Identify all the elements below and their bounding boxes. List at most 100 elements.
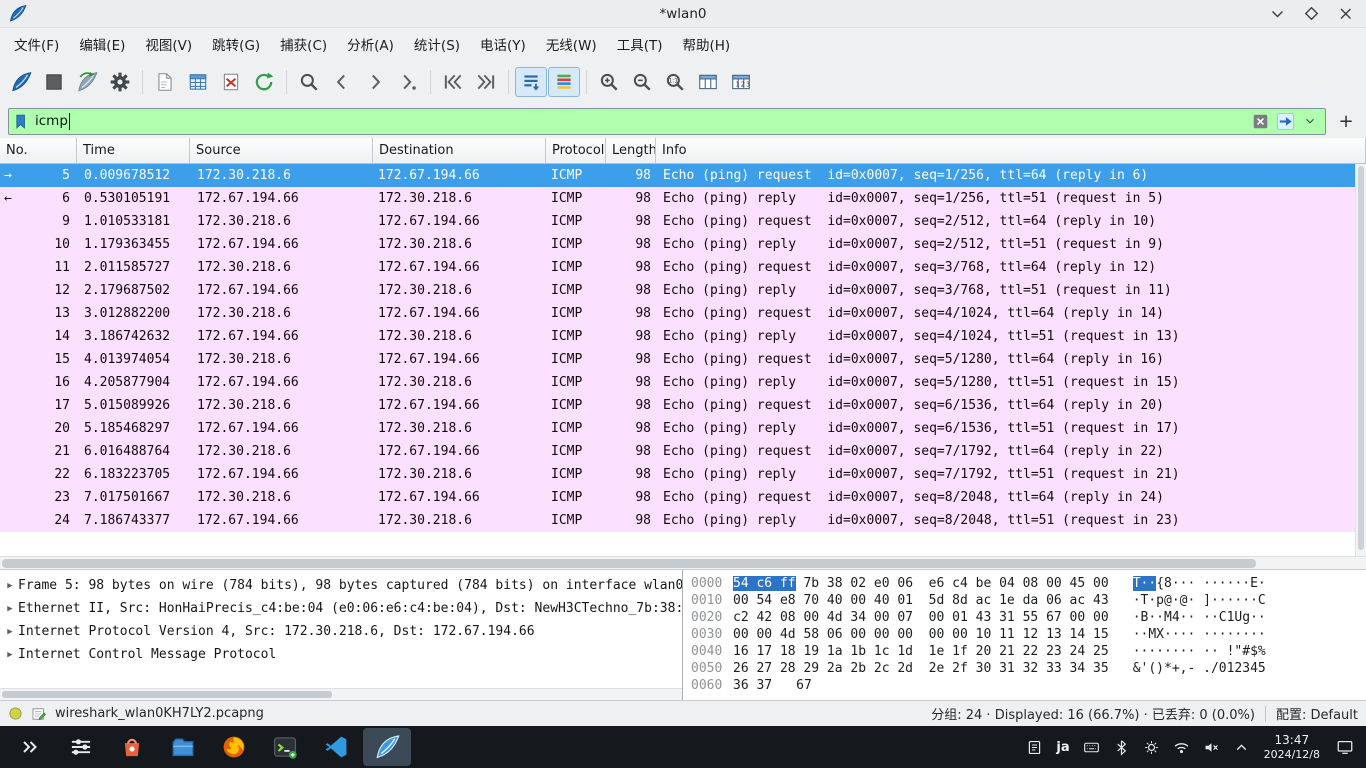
save-file-button[interactable] xyxy=(182,67,214,97)
packet-row-6[interactable]: ←60.530105191172.67.194.66172.30.218.6IC… xyxy=(0,187,1366,210)
column-header-no[interactable]: No. xyxy=(0,138,77,163)
details-scrollbar[interactable] xyxy=(0,688,682,700)
menu-item-2[interactable]: 编辑(E) xyxy=(69,29,135,59)
go-first-packet-button[interactable] xyxy=(437,67,469,97)
capture-comment-icon[interactable] xyxy=(31,706,47,722)
menu-item-8[interactable]: 电话(Y) xyxy=(470,29,536,59)
wifi-icon[interactable] xyxy=(1173,739,1190,756)
taskbar-show-apps[interactable] xyxy=(6,728,54,766)
packet-row-12[interactable]: 122.179687502172.67.194.66172.30.218.6IC… xyxy=(0,279,1366,302)
expander-icon[interactable]: ▶ xyxy=(2,581,18,591)
capture-options-button[interactable] xyxy=(104,67,136,97)
restart-capture-button[interactable] xyxy=(71,67,103,97)
menu-item-1[interactable]: 文件(F) xyxy=(4,29,69,59)
open-file-button[interactable] xyxy=(149,67,181,97)
vertical-scrollbar[interactable] xyxy=(1355,164,1366,556)
go-forward-button[interactable] xyxy=(359,67,391,97)
expander-icon[interactable]: ▶ xyxy=(2,650,18,660)
packet-row-16[interactable]: 164.205877904172.67.194.66172.30.218.6IC… xyxy=(0,371,1366,394)
expander-icon[interactable]: ▶ xyxy=(2,604,18,614)
taskbar-firefox[interactable] xyxy=(210,728,258,766)
expand-up-icon[interactable] xyxy=(1233,739,1250,756)
horizontal-scrollbar[interactable] xyxy=(0,556,1366,570)
hex-row-0040[interactable]: 004016 17 18 19 1a 1b 1c 1d 1e 1f 20 21 … xyxy=(683,643,1366,660)
keyboard-icon[interactable] xyxy=(1083,739,1100,756)
taskbar-terminal[interactable] xyxy=(261,728,309,766)
taskbar-software-center[interactable] xyxy=(108,728,156,766)
detail-line-4[interactable]: ▶Internet Control Message Protocol xyxy=(0,643,682,666)
taskbar-settings[interactable] xyxy=(57,728,105,766)
find-packet-button[interactable] xyxy=(293,67,325,97)
packet-row-13[interactable]: 133.012882200172.30.218.6172.67.194.66IC… xyxy=(0,302,1366,325)
packet-row-9[interactable]: 91.010533181172.30.218.6172.67.194.66ICM… xyxy=(0,210,1366,233)
hex-row-0030[interactable]: 003000 00 4d 58 06 00 00 00 00 00 10 11 … xyxy=(683,626,1366,643)
filter-add-button[interactable]: + xyxy=(1334,111,1358,132)
packet-row-11[interactable]: 112.011585727172.30.218.6172.67.194.66IC… xyxy=(0,256,1366,279)
close-button[interactable] xyxy=(1336,4,1356,24)
display-filter-input[interactable]: icmp xyxy=(8,108,1326,135)
clock[interactable]: 13:47 2024/12/8 xyxy=(1264,733,1320,761)
filter-apply-button[interactable] xyxy=(1274,110,1296,132)
zoom-in-button[interactable] xyxy=(593,67,625,97)
go-back-button[interactable] xyxy=(326,67,358,97)
packet-row-22[interactable]: 226.183223705172.67.194.66172.30.218.6IC… xyxy=(0,463,1366,486)
filter-clear-button[interactable] xyxy=(1249,110,1271,132)
detail-line-3[interactable]: ▶Internet Protocol Version 4, Src: 172.3… xyxy=(0,620,682,643)
taskbar-file-manager[interactable] xyxy=(159,728,207,766)
minimize-button[interactable] xyxy=(1268,4,1288,24)
input-method-indicator[interactable]: ja xyxy=(1056,740,1069,755)
volume-muted-icon[interactable] xyxy=(1203,739,1220,756)
menu-item-7[interactable]: 统计(S) xyxy=(404,29,470,59)
packet-row-15[interactable]: 154.013974054172.30.218.6172.67.194.66IC… xyxy=(0,348,1366,371)
column-header-protocol[interactable]: Protocol xyxy=(546,138,606,163)
menu-item-9[interactable]: 无线(W) xyxy=(536,29,607,59)
menu-item-3[interactable]: 视图(V) xyxy=(135,29,202,59)
night-light-icon[interactable] xyxy=(1143,739,1160,756)
expander-icon[interactable]: ▶ xyxy=(2,627,18,637)
taskbar-wireshark[interactable] xyxy=(363,728,411,766)
packet-row-5[interactable]: →50.009678512172.30.218.6172.67.194.66IC… xyxy=(0,164,1366,187)
column-header-destination[interactable]: Destination xyxy=(373,138,546,163)
menu-item-11[interactable]: 帮助(H) xyxy=(672,29,740,59)
horizontal-scrollbar-thumb[interactable] xyxy=(2,559,1256,568)
hex-row-0000[interactable]: 000054 c6 ff 7b 38 02 e0 06 e6 c4 be 04 … xyxy=(683,575,1366,592)
packet-row-24[interactable]: 247.186743377172.67.194.66172.30.218.6IC… xyxy=(0,509,1366,532)
hex-row-0050[interactable]: 005026 27 28 29 2a 2b 2c 2d 2e 2f 30 31 … xyxy=(683,660,1366,677)
column-header-info[interactable]: Info xyxy=(656,138,1366,163)
hex-row-0060[interactable]: 006036 3767 xyxy=(683,677,1366,694)
filter-bookmark-icon[interactable] xyxy=(13,113,30,130)
stop-capture-button[interactable] xyxy=(38,67,70,97)
close-file-button[interactable] xyxy=(215,67,247,97)
zoom-normal-button[interactable]: 1:1 xyxy=(659,67,691,97)
start-capture-button[interactable] xyxy=(5,67,37,97)
packet-row-17[interactable]: 175.015089926172.30.218.6172.67.194.66IC… xyxy=(0,394,1366,417)
details-scrollbar-thumb[interactable] xyxy=(2,691,332,698)
menu-item-5[interactable]: 捕获(C) xyxy=(270,29,337,59)
detail-line-1[interactable]: ▶Frame 5: 98 bytes on wire (784 bits), 9… xyxy=(0,574,682,597)
expert-info-icon[interactable] xyxy=(8,706,23,721)
column-header-time[interactable]: Time xyxy=(77,138,190,163)
menu-item-6[interactable]: 分析(A) xyxy=(337,29,404,59)
maximize-button[interactable] xyxy=(1302,4,1322,24)
packet-row-14[interactable]: 143.186742632172.67.194.66172.30.218.6IC… xyxy=(0,325,1366,348)
clipboard-icon[interactable] xyxy=(1026,739,1043,756)
auto-scroll-button[interactable] xyxy=(515,67,547,97)
filter-dropdown-button[interactable] xyxy=(1299,110,1321,132)
vertical-scrollbar-thumb[interactable] xyxy=(1358,166,1364,550)
reload-file-button[interactable] xyxy=(248,67,280,97)
hex-row-0010[interactable]: 001000 54 e8 70 40 00 40 01 5d 8d ac 1e … xyxy=(683,592,1366,609)
show-desktop-icon[interactable] xyxy=(1336,738,1354,756)
taskbar-vscode[interactable] xyxy=(312,728,360,766)
column-header-source[interactable]: Source xyxy=(190,138,373,163)
packet-row-10[interactable]: 101.179363455172.67.194.66172.30.218.6IC… xyxy=(0,233,1366,256)
detail-line-2[interactable]: ▶Ethernet II, Src: HonHaiPrecis_c4:be:04… xyxy=(0,597,682,620)
profile-label[interactable]: 配置: Default xyxy=(1276,704,1358,723)
menu-item-4[interactable]: 跳转(G) xyxy=(202,29,270,59)
packet-row-23[interactable]: 237.017501667172.30.218.6172.67.194.66IC… xyxy=(0,486,1366,509)
resize-columns-button[interactable] xyxy=(692,67,724,97)
bluetooth-icon[interactable] xyxy=(1113,739,1130,756)
hex-row-0020[interactable]: 0020c2 42 08 00 4d 34 00 07 00 01 43 31 … xyxy=(683,609,1366,626)
go-last-packet-button[interactable] xyxy=(470,67,502,97)
colorize-packets-button[interactable] xyxy=(548,67,580,97)
column-header-length[interactable]: Length xyxy=(606,138,656,163)
